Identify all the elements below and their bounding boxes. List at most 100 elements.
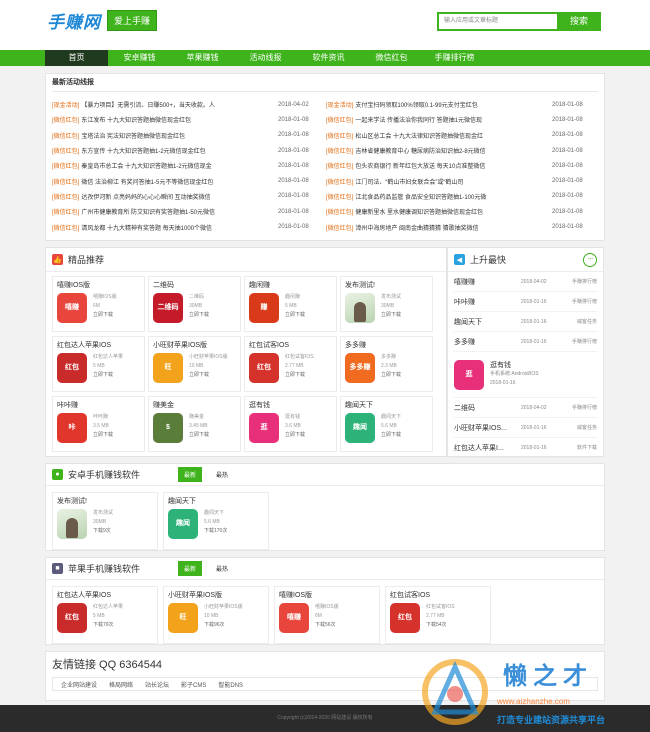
- app-name[interactable]: 小旺财苹果IOS版: [168, 590, 264, 600]
- app-name[interactable]: 红包达人苹果IOS: [57, 340, 140, 350]
- rising-name[interactable]: 多多赚: [454, 337, 521, 347]
- news-link[interactable]: 达孜伊河新 点亮妈妈的心心心瞬间 互动抽奖微信: [81, 192, 278, 201]
- news-row[interactable]: [微信红包] 广州市健康教育所 防艾知识有奖答题抽1-50元微信 2018-01-0…: [52, 204, 324, 219]
- nav-item[interactable]: 首页: [45, 50, 108, 66]
- download-link[interactable]: 立即下载: [381, 431, 401, 440]
- news-row[interactable]: [微信红包] 健康新里水 里水健康调知识答题抽微信现金红包 2018-01-08: [326, 204, 598, 219]
- app-name[interactable]: 小旺财苹果IOS版: [153, 340, 236, 350]
- nav-item[interactable]: 微信红包: [360, 50, 423, 66]
- news-link[interactable]: 松山区总工会 十九大法律知识答题抽微信现金红: [355, 131, 552, 140]
- app-card[interactable]: 嘻赚IOS版 嘻赚 嘻赚IOS版 6M 下载56次: [274, 586, 380, 644]
- app-name[interactable]: 赚美金: [153, 400, 236, 410]
- news-row[interactable]: [微信红包] 吉林省健康教育中心 糖尿病防治知识抽2-8元微信 2018-01-08: [326, 143, 598, 158]
- rising-name[interactable]: 二维码: [454, 403, 521, 413]
- download-link[interactable]: 下载9次: [93, 527, 113, 536]
- download-link[interactable]: 下载79次: [93, 621, 123, 630]
- friend-link[interactable]: 站长论坛: [145, 680, 169, 689]
- app-name[interactable]: 趣闻天下: [168, 496, 264, 506]
- news-link[interactable]: 微信 法治柳江 有奖问答抽1-5元不等微信现金红包: [81, 177, 278, 186]
- news-row[interactable]: [微信红包] 微信 法治柳江 有奖问答抽1-5元不等微信现金红包 2018-01-0…: [52, 173, 324, 188]
- app-card[interactable]: 发布测试! 发布测试 30MB 下载9次: [52, 492, 158, 550]
- rising-name[interactable]: 趣闻天下: [454, 317, 521, 327]
- app-name[interactable]: 嘻赚IOS版: [57, 280, 140, 290]
- friend-link[interactable]: 智能DNS: [218, 680, 243, 689]
- download-link[interactable]: 立即下载: [189, 311, 209, 320]
- news-link[interactable]: 一起来学法 传播法治你我同行 答题抽1元微信现: [355, 115, 552, 124]
- download-link[interactable]: 立即下载: [285, 431, 305, 440]
- news-link[interactable]: 漳州中海房地产 闽南金曲猜猜猜 猜歌抽奖微信: [355, 223, 552, 232]
- tab-newest[interactable]: 最新: [178, 561, 203, 576]
- search-button[interactable]: 搜索: [557, 12, 601, 31]
- search-input[interactable]: 输入应用或文章标题: [437, 12, 557, 31]
- app-icon[interactable]: 赚: [249, 293, 279, 323]
- news-row[interactable]: [微信红包] 包头农商银行 新年红包大放送 每天10点准整微信 2018-01-08: [326, 158, 598, 173]
- app-icon[interactable]: 旺: [153, 353, 183, 383]
- news-link[interactable]: 江北食品药品监管 食品安全知识答题抽1-100元微: [355, 192, 552, 201]
- rising-row[interactable]: 嘻赚赚 2018-04-02 手赚排行榜: [454, 272, 597, 292]
- app-icon[interactable]: [345, 293, 375, 323]
- download-link[interactable]: 下载54次: [426, 621, 455, 630]
- rising-row[interactable]: 二维码 2018-04-02 手赚排行榜: [454, 398, 597, 418]
- news-row[interactable]: [微信红包] 东方宣传 十九大知识答题抽1-2元微信现金红包 2018-01-08: [52, 143, 324, 158]
- news-link[interactable]: 【暴力项目】无需引流、日赚500+，当天收款。人: [81, 100, 278, 109]
- app-icon[interactable]: 红包: [249, 353, 279, 383]
- app-card[interactable]: 趣闻天下 趣闻 趣闻天下 5.6 MB 立即下载: [340, 396, 433, 452]
- rising-featured[interactable]: 逛逛有钱 手机系统:Android/IOS 2018-01-16: [454, 352, 597, 398]
- app-name[interactable]: 二维码: [153, 280, 236, 290]
- app-card[interactable]: 多多赚 多多赚 多多赚 2.3 MB 立即下载: [340, 336, 433, 392]
- app-name[interactable]: 发布测试!: [345, 280, 428, 290]
- download-link[interactable]: 立即下载: [189, 371, 228, 380]
- news-row[interactable]: [微信红包] 江北食品药品监管 食品安全知识答题抽1-100元微 2018-01-0…: [326, 189, 598, 204]
- app-card[interactable]: 小旺财苹果IOS版旺小旺财苹果IOS版 10 MB 下载96次: [163, 586, 269, 644]
- tab-hottest[interactable]: 最热: [210, 467, 234, 482]
- app-name[interactable]: 咔咔赚: [57, 400, 140, 410]
- app-card[interactable]: 逛有钱逛逛有钱 3.6 MB 立即下载: [244, 396, 337, 452]
- download-link[interactable]: 立即下载: [285, 311, 305, 320]
- news-row[interactable]: [微信红包] 宝塔法治 宪法知识答题抽微信现金红包 2018-01-08: [52, 128, 324, 143]
- app-card[interactable]: 二维码 二维码 二维码 30MB 立即下载: [148, 276, 241, 332]
- app-icon[interactable]: 红包: [390, 603, 420, 633]
- app-name[interactable]: 嘻赚IOS版: [279, 590, 375, 600]
- news-row[interactable]: [微信红包] 江门司法、“鹤山市妇女联合会”或“鹤山司 2018-01-08: [326, 173, 598, 188]
- tab-newest[interactable]: 最新: [178, 467, 203, 482]
- nav-item[interactable]: 苹果赚钱: [171, 50, 234, 66]
- friend-link[interactable]: 格局网络: [109, 680, 133, 689]
- featured-name[interactable]: 逛有钱: [490, 361, 539, 370]
- rising-row[interactable]: 小旺财苹果IOS... 2018-01-16 威客任务: [454, 418, 597, 438]
- download-link[interactable]: 下载170次: [204, 527, 227, 536]
- rising-name[interactable]: 小旺财苹果IOS...: [454, 423, 521, 433]
- nav-item[interactable]: 手赚排行榜: [423, 50, 486, 66]
- news-row[interactable]: [现金活动] 支付宝扫码领取100%领取0.1-99元支付宝红包 2018-01-0…: [326, 97, 598, 112]
- news-link[interactable]: 吉林省健康教育中心 糖尿病防治知识抽2-8元微信: [355, 146, 552, 155]
- news-row[interactable]: [微信红包] 东江发布 十九大知识答题抽微信现金红包 2018-01-08: [52, 112, 324, 127]
- app-card[interactable]: 趣闻天下 趣闻 趣闻天下 5.6 MB 下载170次: [163, 492, 269, 550]
- nav-item[interactable]: 安卓赚钱: [108, 50, 171, 66]
- download-link[interactable]: 立即下载: [93, 371, 123, 380]
- news-link[interactable]: 清风龙都 十九大精神有奖答题 每天抽1000个微信: [81, 223, 278, 232]
- app-icon[interactable]: 咔: [57, 413, 87, 443]
- news-row[interactable]: [微信红包] 松山区总工会 十九大法律知识答题抽微信现金红 2018-01-08: [326, 128, 598, 143]
- app-card[interactable]: 红包试客IOS 红包 红包试客IOS 2.77 MB 下载54次: [385, 586, 491, 644]
- app-icon[interactable]: 嘻赚: [57, 293, 87, 323]
- app-icon[interactable]: 嘻赚: [279, 603, 309, 633]
- app-icon[interactable]: 多多赚: [345, 353, 375, 383]
- news-link[interactable]: 江门司法、“鹤山市妇女联合会”或“鹤山司: [355, 177, 552, 186]
- app-card[interactable]: 咔咔赚咔咔咔赚 3.5 MB 立即下载: [52, 396, 145, 452]
- news-link[interactable]: 包头农商银行 新年红包大放送 每天10点准整微信: [355, 161, 552, 170]
- download-link[interactable]: 立即下载: [93, 431, 113, 440]
- news-row[interactable]: [微信红包] 漳州中海房地产 闽南金曲猜猜猜 猜歌抽奖微信 2018-01-08: [326, 219, 598, 234]
- app-card[interactable]: 红包达人苹果IOS 红包 红包达人苹果 5 MB 立即下载: [52, 336, 145, 392]
- app-icon[interactable]: 趣闻: [345, 413, 375, 443]
- rising-row[interactable]: 趣闻天下 2018-01-16 威客任务: [454, 312, 597, 332]
- app-icon[interactable]: 红包: [57, 353, 87, 383]
- app-icon[interactable]: [57, 509, 87, 539]
- app-card[interactable]: 小旺财苹果IOS版旺小旺财苹果IOS版 10 MB 立即下载: [148, 336, 241, 392]
- news-link[interactable]: 东江发布 十九大知识答题抽微信现金红包: [81, 115, 278, 124]
- rising-row[interactable]: 红包达人苹果I... 2018-01-16 软件下载: [454, 438, 597, 458]
- rising-name[interactable]: 红包达人苹果I...: [454, 443, 521, 453]
- tab-hottest[interactable]: 最热: [210, 561, 234, 576]
- news-link[interactable]: 秦皇岛市总工会 十九大知识答题抽1-2元微信现金: [81, 161, 278, 170]
- nav-item[interactable]: 软件资讯: [297, 50, 360, 66]
- rising-name[interactable]: 嘻赚赚: [454, 277, 521, 287]
- news-row[interactable]: [微信红包] 达孜伊河新 点亮妈妈的心心心瞬间 互动抽奖微信 2018-01-08: [52, 189, 324, 204]
